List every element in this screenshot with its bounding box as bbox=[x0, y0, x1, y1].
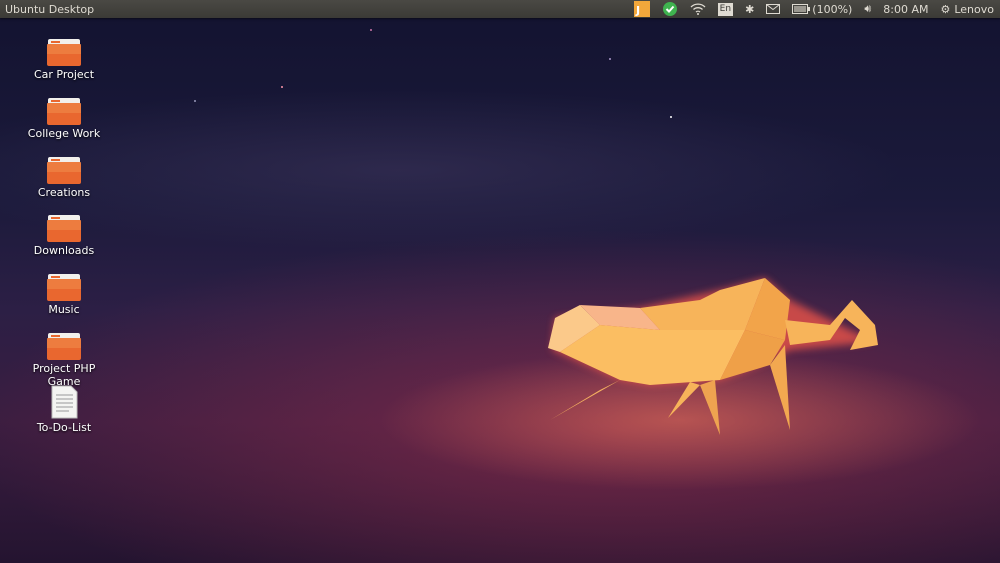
panel-title: Ubuntu Desktop bbox=[5, 2, 95, 16]
user-name: Lenovo bbox=[954, 2, 994, 16]
desktop-item-downloads[interactable]: Downloads bbox=[19, 214, 109, 257]
item-label: Downloads bbox=[33, 244, 95, 257]
battery-indicator[interactable]: (100%) bbox=[786, 0, 858, 18]
folder-icon bbox=[47, 156, 81, 184]
origami-cat-wallpaper bbox=[548, 278, 878, 435]
desktop-item-college-work[interactable]: College Work bbox=[19, 97, 109, 140]
item-label: Creations bbox=[37, 186, 91, 199]
mail-icon[interactable] bbox=[760, 0, 786, 18]
keyboard-layout-indicator[interactable]: En bbox=[712, 0, 739, 18]
folder-icon bbox=[47, 38, 81, 66]
update-check-icon[interactable] bbox=[656, 0, 684, 18]
desktop-item-to-do-list[interactable]: To-Do-List bbox=[19, 385, 109, 434]
folder-icon bbox=[47, 332, 81, 360]
battery-percent: (100%) bbox=[812, 2, 853, 16]
item-label: College Work bbox=[27, 127, 101, 140]
wifi-icon[interactable] bbox=[684, 0, 712, 18]
svg-text:J: J bbox=[635, 4, 640, 17]
bluetooth-icon[interactable]: ✱ bbox=[739, 0, 760, 18]
desktop-item-car-project[interactable]: Car Project bbox=[19, 38, 109, 81]
folder-icon bbox=[47, 273, 81, 301]
clock[interactable]: 8:00 AM bbox=[877, 0, 934, 18]
desktop-background: Car Project College Work Creations Downl… bbox=[0, 0, 1000, 563]
folder-icon bbox=[47, 97, 81, 125]
battery-icon bbox=[792, 4, 811, 14]
item-label: To-Do-List bbox=[36, 421, 92, 434]
folder-icon bbox=[47, 214, 81, 242]
top-panel: Ubuntu Desktop J En ✱ (100%) 🔊︎ 8:00 AM … bbox=[0, 0, 1000, 18]
desktop-item-music[interactable]: Music bbox=[19, 273, 109, 316]
desktop-item-creations[interactable]: Creations bbox=[19, 156, 109, 199]
item-label: Music bbox=[48, 303, 80, 316]
gear-icon: ⚙ bbox=[940, 2, 951, 16]
java-app-indicator-icon[interactable]: J bbox=[628, 0, 656, 18]
text-file-icon bbox=[47, 385, 81, 419]
item-label: Car Project bbox=[33, 68, 95, 81]
session-menu[interactable]: ⚙ Lenovo bbox=[934, 0, 1000, 18]
volume-icon[interactable]: 🔊︎ bbox=[858, 0, 877, 18]
desktop-item-project-php-game[interactable]: Project PHP Game bbox=[19, 332, 109, 388]
